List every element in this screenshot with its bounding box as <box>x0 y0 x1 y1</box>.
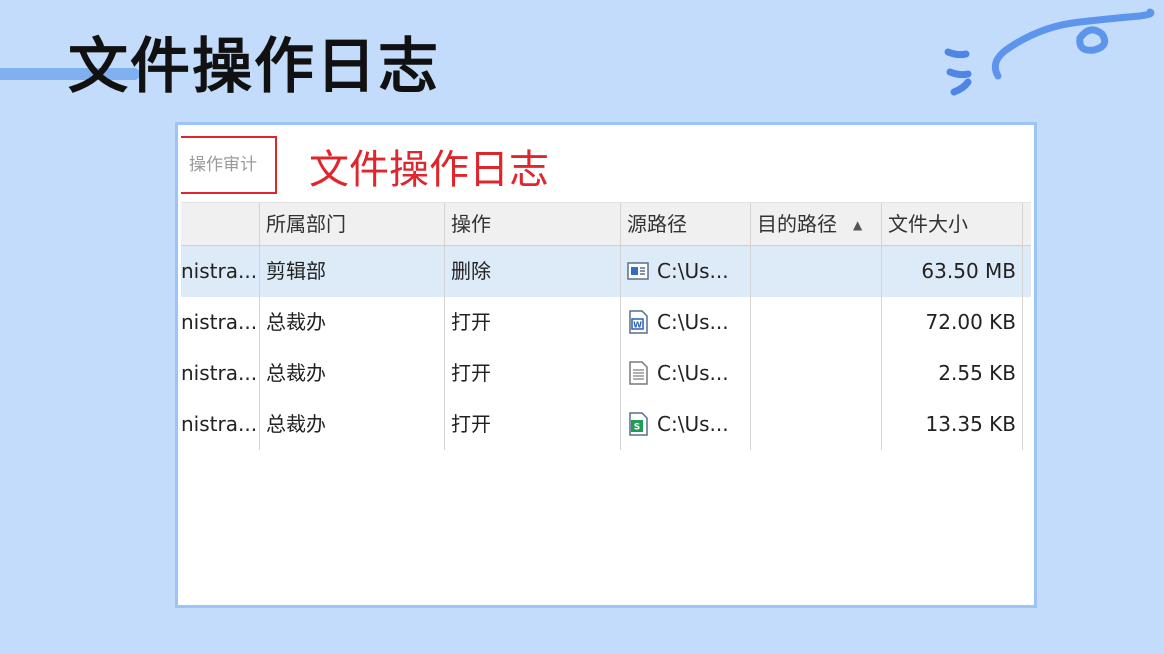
header-file-size[interactable]: 文件大小 <box>881 203 1022 245</box>
video-file-icon <box>627 262 649 280</box>
header-next[interactable] <box>1022 203 1031 245</box>
cell-user: nistra... <box>181 412 258 436</box>
header-dest-path-label: 目的路径 <box>757 212 837 236</box>
cell-operation: 打开 <box>444 399 620 450</box>
cell-next <box>1022 348 1031 399</box>
cell-file-size: 13.35 KB <box>881 399 1022 450</box>
source-path-text: C:\Us... <box>657 310 729 334</box>
cell-department: 剪辑部 <box>259 246 444 297</box>
text-file-icon <box>629 361 648 385</box>
cell-source-path: C:\Us... <box>620 246 750 297</box>
svg-text:W: W <box>633 321 642 330</box>
file-log-window: 操作审计 文件操作日志 所属部门 操作 源路径 目的路径 ▲ 文件大小 nistr… <box>181 128 1031 602</box>
source-path-text: C:\Us... <box>657 259 729 283</box>
tab-operation-audit[interactable]: 操作审计 <box>181 136 277 194</box>
header-source-path[interactable]: 源路径 <box>620 203 750 245</box>
cell-operation: 删除 <box>444 246 620 297</box>
cell-file-size: 72.00 KB <box>881 297 1022 348</box>
header-operation[interactable]: 操作 <box>444 203 620 245</box>
cell-source-path: W C:\Us... <box>620 297 750 348</box>
table-header: 所属部门 操作 源路径 目的路径 ▲ 文件大小 <box>181 202 1031 246</box>
swirl-decoration <box>944 8 1155 96</box>
spreadsheet-file-icon: S <box>629 412 648 436</box>
cell-operation: 打开 <box>444 348 620 399</box>
cell-dest-path <box>750 348 881 399</box>
table-row[interactable]: nistra... 剪辑部 删除 C:\Us... 63.50 MB <box>181 246 1031 297</box>
header-user[interactable] <box>181 203 259 245</box>
header-dest-path[interactable]: 目的路径 ▲ <box>750 203 881 245</box>
cell-operation: 打开 <box>444 297 620 348</box>
screenshot-frame: 操作审计 文件操作日志 所属部门 操作 源路径 目的路径 ▲ 文件大小 nistr… <box>175 122 1037 608</box>
cell-file-size: 63.50 MB <box>881 246 1022 297</box>
overlay-title: 文件操作日志 <box>309 147 549 193</box>
cell-file-size: 2.55 KB <box>881 348 1022 399</box>
cell-source-path: S C:\Us... <box>620 399 750 450</box>
table-row[interactable]: nistra... 总裁办 打开 S C:\Us... 13.35 KB <box>181 399 1031 450</box>
page-title: 文件操作日志 <box>68 32 440 102</box>
cell-dest-path <box>750 399 881 450</box>
source-path-text: C:\Us... <box>657 412 729 436</box>
header-department[interactable]: 所属部门 <box>259 203 444 245</box>
cell-user: nistra... <box>181 259 258 283</box>
cell-next <box>1022 246 1031 297</box>
table-row[interactable]: nistra... 总裁办 打开 W C:\Us... 72.00 KB <box>181 297 1031 348</box>
table-row[interactable]: nistra... 总裁办 打开 C:\Us... 2.55 KB <box>181 348 1031 399</box>
cell-dest-path <box>750 246 881 297</box>
source-path-text: C:\Us... <box>657 361 729 385</box>
cell-dest-path <box>750 297 881 348</box>
cell-department: 总裁办 <box>259 399 444 450</box>
cell-next <box>1022 399 1031 450</box>
sort-ascending-icon: ▲ <box>853 218 863 232</box>
cell-user: nistra... <box>181 361 258 385</box>
cell-user: nistra... <box>181 310 258 334</box>
word-file-icon: W <box>629 310 648 334</box>
svg-text:S: S <box>634 423 640 433</box>
cell-next <box>1022 297 1031 348</box>
cell-department: 总裁办 <box>259 348 444 399</box>
cell-source-path: C:\Us... <box>620 348 750 399</box>
file-log-table: 所属部门 操作 源路径 目的路径 ▲ 文件大小 nistra... 剪辑部 删除 … <box>181 202 1031 450</box>
cell-department: 总裁办 <box>259 297 444 348</box>
